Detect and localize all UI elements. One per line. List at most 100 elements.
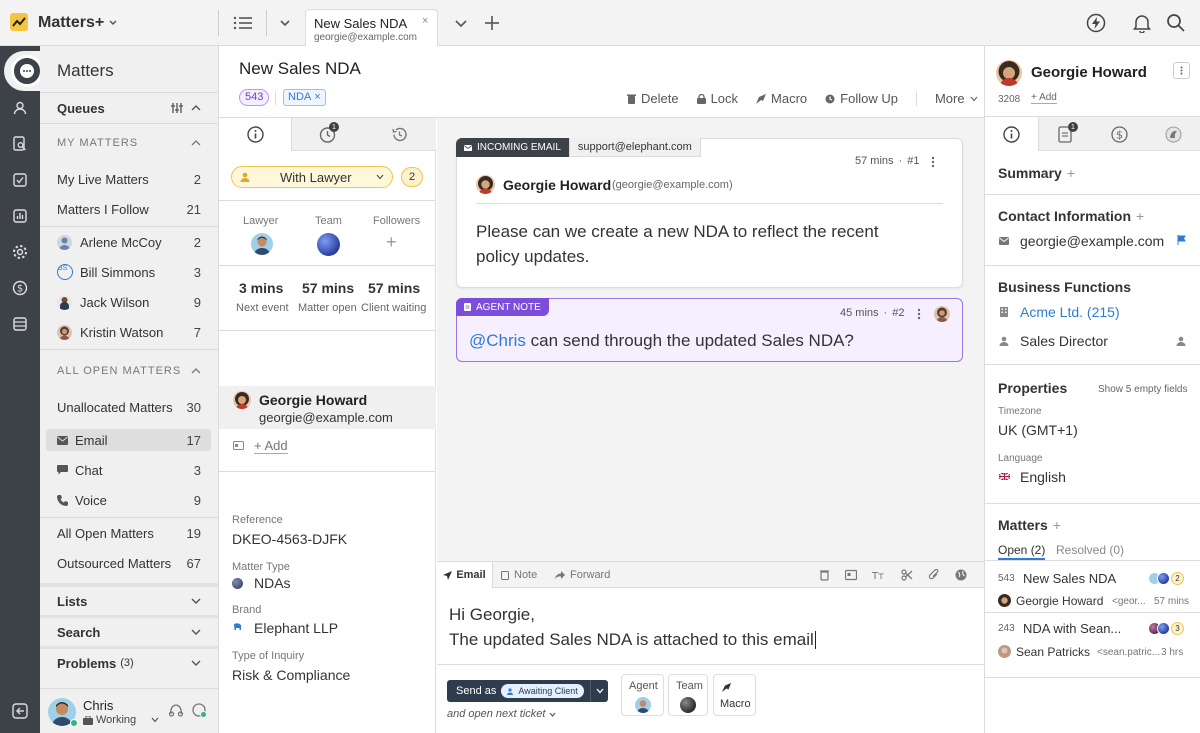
database-icon[interactable] [11, 315, 29, 333]
bell-icon[interactable] [1131, 12, 1153, 34]
tab-history[interactable] [363, 118, 436, 151]
composer-tab-email[interactable]: Email [437, 562, 493, 588]
remove-tag-icon[interactable]: × [314, 90, 320, 105]
user-icon[interactable] [11, 99, 29, 117]
chevron-down-icon[interactable] [452, 14, 470, 32]
composer-tab-note[interactable]: Note [501, 569, 537, 581]
nav-lists[interactable]: Lists [40, 587, 218, 615]
trash-icon[interactable] [819, 569, 830, 581]
matters-tab-open[interactable]: Open (2) [998, 543, 1046, 560]
kebab-menu-icon[interactable] [1173, 62, 1190, 79]
document-search-icon[interactable] [11, 135, 29, 153]
show-empty-fields-link[interactable]: Show 5 empty fields [1098, 384, 1188, 395]
nda-tag[interactable]: NDA × [283, 89, 326, 106]
lawyer-avatar[interactable] [251, 233, 273, 255]
scissors-icon[interactable] [901, 569, 913, 581]
sidebar-tab-integration[interactable] [1147, 117, 1200, 151]
user-panel[interactable]: Chris Working [40, 689, 218, 733]
chat-status-icon[interactable] [191, 702, 207, 718]
chevron-up-icon[interactable] [191, 139, 201, 147]
macro-apply-button[interactable]: Macro [713, 674, 756, 716]
matter-list-item[interactable]: 543 New Sales NDA 2 Georgie Howard <geor… [985, 561, 1200, 611]
nav-search[interactable]: Search [40, 618, 218, 646]
chevron-up-icon[interactable] [191, 104, 201, 112]
add-follower-button[interactable]: + [386, 232, 397, 253]
nav-person-bill[interactable]: BS Bill Simmons 3 [40, 257, 218, 287]
reports-icon[interactable] [11, 207, 29, 225]
add-contact-tag-button[interactable]: + Add [1031, 92, 1057, 104]
my-matters-header[interactable]: MY MATTERS [40, 136, 218, 150]
chat-bubble-icon[interactable] [11, 55, 43, 87]
field-reference-value[interactable]: DKEO-4563-DJFK [232, 531, 347, 547]
add-matter-icon[interactable]: + [1053, 517, 1061, 533]
lightning-icon[interactable] [1085, 12, 1107, 34]
nav-email[interactable]: Email 17 [40, 425, 218, 455]
all-open-header[interactable]: ALL OPEN MATTERS [40, 364, 218, 378]
app-switcher[interactable]: Matters+ [38, 14, 118, 32]
field-inquiry-value[interactable]: Risk & Compliance [232, 667, 350, 683]
company-link[interactable]: Acme Ltd. (215) [1020, 304, 1120, 320]
delete-button[interactable]: Delete [627, 91, 679, 106]
flag-icon[interactable] [1177, 235, 1186, 245]
more-button[interactable]: More [935, 91, 978, 106]
queues-header[interactable]: Queues [40, 93, 218, 123]
agent-assign-button[interactable]: Agent [621, 674, 664, 716]
filter-icon[interactable] [171, 103, 183, 113]
contact-role-icon[interactable] [1176, 336, 1186, 346]
logout-icon[interactable] [11, 702, 29, 720]
add-contact-info-icon[interactable]: + [1136, 208, 1144, 224]
nav-unallocated[interactable]: Unallocated Matters 30 [40, 392, 218, 422]
matter-list-item[interactable]: 243 NDA with Sean... 3 Sean Patricks <se… [985, 613, 1200, 663]
add-tab-icon[interactable] [482, 13, 502, 33]
headset-icon[interactable] [168, 702, 184, 718]
follow-up-button[interactable]: Follow Up [825, 91, 898, 106]
dollar-icon[interactable]: $ [11, 279, 29, 297]
add-summary-icon[interactable]: + [1067, 165, 1075, 181]
contact-card[interactable]: Georgie Howard georgie@example.com [219, 386, 436, 429]
chevron-down-icon[interactable] [276, 14, 294, 32]
tab-new-sales-nda[interactable]: New Sales NDA georgie@example.com × [305, 9, 438, 47]
summary-section[interactable]: Summary + [998, 165, 1075, 181]
paperclip-icon[interactable] [928, 569, 940, 581]
status-dropdown[interactable]: With Lawyer [231, 166, 393, 188]
composer-tab-forward[interactable]: Forward [555, 569, 610, 581]
tab-info[interactable] [219, 118, 291, 151]
nav-outsourced[interactable]: Outsourced Matters 67 [40, 548, 218, 578]
nav-chat[interactable]: Chat 3 [40, 455, 218, 485]
gear-icon[interactable] [11, 243, 29, 261]
nav-person-kristin[interactable]: Kristin Watson 7 [40, 317, 218, 347]
sidebar-tab-info[interactable] [985, 117, 1039, 151]
template-icon[interactable] [845, 569, 857, 581]
search-icon[interactable] [1165, 12, 1187, 34]
tab-timer[interactable]: 1 [291, 118, 363, 151]
macro-button[interactable]: Macro [756, 91, 807, 106]
chevron-up-icon[interactable] [191, 367, 201, 375]
field-brand-value[interactable]: Elephant LLP [254, 620, 338, 636]
checkbox-icon[interactable] [11, 171, 29, 189]
kebab-menu-icon[interactable] [931, 156, 935, 168]
reply-editor[interactable]: Hi Georgie, The updated Sales NDA is att… [449, 602, 816, 652]
contact-info-section[interactable]: Contact Information + [998, 208, 1144, 224]
list-view-icon[interactable] [232, 12, 254, 34]
close-icon[interactable]: × [422, 15, 428, 27]
nav-matters-i-follow[interactable]: Matters I Follow 21 [40, 194, 218, 224]
nav-person-jack[interactable]: Jack Wilson 9 [40, 287, 218, 317]
sidebar-tab-documents[interactable]: 1 [1039, 117, 1093, 151]
language-value[interactable]: English [1020, 469, 1066, 485]
text-format-icon[interactable]: Tт [872, 569, 886, 581]
timezone-value[interactable]: UK (GMT+1) [998, 422, 1078, 438]
globe-icon[interactable] [955, 569, 967, 581]
mention-link[interactable]: @Chris [469, 331, 526, 350]
send-dropdown-button[interactable] [590, 680, 608, 702]
nav-problems[interactable]: Problems (3) [40, 649, 218, 677]
matters-tab-resolved[interactable]: Resolved (0) [1056, 543, 1124, 557]
team-avatar[interactable] [317, 233, 340, 256]
sidebar-tab-billing[interactable]: $ [1093, 117, 1147, 151]
nav-my-live-matters[interactable]: My Live Matters 2 [40, 164, 218, 194]
contact-email-value[interactable]: georgie@example.com [1020, 233, 1164, 249]
field-matter-type-value[interactable]: NDAs [254, 575, 291, 591]
open-next-ticket-toggle[interactable]: and open next ticket [447, 708, 556, 720]
nav-all-open-matters[interactable]: All Open Matters 19 [40, 518, 218, 548]
lock-button[interactable]: Lock [696, 91, 738, 106]
user-status-dropdown[interactable]: Working [83, 714, 159, 726]
